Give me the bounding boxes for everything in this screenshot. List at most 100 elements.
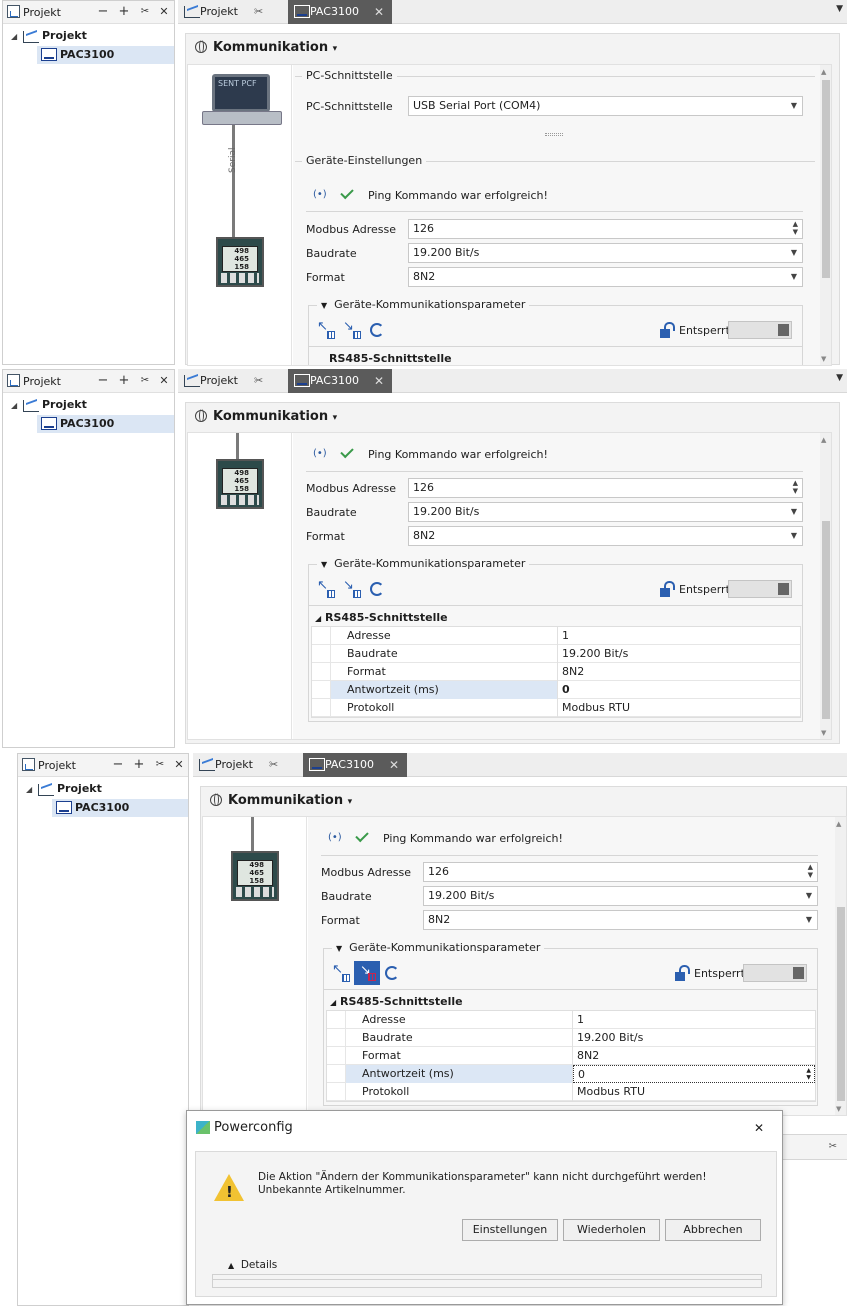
spinner-icon[interactable]: ▲ ▼ <box>793 479 798 495</box>
vertical-scrollbar[interactable]: ▲ ▼ <box>835 817 846 1115</box>
property-row[interactable]: Adresse 1 <box>312 627 800 645</box>
property-row[interactable]: Format 8N2 <box>327 1047 815 1065</box>
comm-params-label[interactable]: ▼ Geräte-Kommunikationsparameter <box>332 941 545 954</box>
splitter-grip[interactable] <box>545 133 563 136</box>
retry-button[interactable]: Wiederholen <box>563 1219 660 1241</box>
reload-icon[interactable] <box>385 966 399 980</box>
baud-select[interactable]: 19.200 Bit/s ▼ <box>408 243 803 263</box>
tab-pac3100[interactable]: PAC3100 ✕ <box>288 0 392 24</box>
tree-expand-icon[interactable]: ◢ <box>11 401 17 410</box>
baud-select[interactable]: 19.200 Bit/s ▼ <box>423 886 818 906</box>
lock-toggle[interactable] <box>728 321 792 339</box>
tree-item-project[interactable]: Projekt <box>57 780 102 798</box>
dialog-titlebar[interactable]: Powerconfig ✕ <box>187 1111 782 1145</box>
tab-close-icon[interactable]: ✕ <box>374 369 384 393</box>
property-row-selected[interactable]: Antwortzeit (ms) 0 <box>312 681 800 699</box>
scroll-thumb[interactable] <box>822 521 830 719</box>
write-params-icon[interactable]: ↘ <box>343 319 361 339</box>
spinner-icon[interactable]: ▲ ▼ <box>808 863 813 879</box>
reload-icon[interactable] <box>370 582 384 596</box>
baud-select[interactable]: 19.200 Bit/s ▼ <box>408 502 803 522</box>
rs485-section-title[interactable]: ◢ RS485-Schnittstelle <box>330 995 463 1008</box>
rs485-section-title[interactable]: RS485-Schnittstelle <box>329 352 452 365</box>
property-row[interactable]: Baudrate 19.200 Bit/s <box>312 645 800 663</box>
pin-icon[interactable]: ✂ <box>829 1141 837 1152</box>
property-row[interactable]: Format 8N2 <box>312 663 800 681</box>
details-expander[interactable]: ▲ Details <box>224 1259 282 1271</box>
pc-interface-select[interactable]: USB Serial Port (COM4) ▼ <box>408 96 803 116</box>
tab-projekt[interactable]: Projekt ✂ <box>178 0 278 24</box>
tab-overflow-dropdown-icon[interactable]: ▼ <box>836 4 843 14</box>
tree-item-pac3100[interactable]: PAC3100 <box>60 415 114 433</box>
tab-projekt[interactable]: Projekt ✂ <box>193 753 293 777</box>
tree-item-project[interactable]: Projekt <box>42 396 87 414</box>
dialog-close-button[interactable]: ✕ <box>754 1121 764 1135</box>
vertical-scrollbar[interactable]: ▲ ▼ <box>820 65 831 365</box>
write-params-button-pressed[interactable]: ↘ <box>354 961 380 985</box>
add-button[interactable]: + <box>132 757 146 773</box>
scroll-up-icon[interactable]: ▲ <box>821 436 826 444</box>
close-panel-button[interactable]: ✕ <box>157 373 171 389</box>
modbus-address-input[interactable]: 126 ▲ ▼ <box>408 478 803 498</box>
settings-button[interactable]: Einstellungen <box>462 1219 558 1241</box>
property-row[interactable]: Protokoll Modbus RTU <box>327 1083 815 1101</box>
lock-toggle[interactable] <box>728 580 792 598</box>
read-params-icon[interactable]: ↖ <box>317 578 335 598</box>
spinner-icon[interactable]: ▲ ▼ <box>806 1067 811 1081</box>
tab-pac3100[interactable]: PAC3100 ✕ <box>288 369 392 393</box>
cancel-button[interactable]: Abbrechen <box>665 1219 761 1241</box>
minimize-button[interactable]: − <box>111 757 125 773</box>
tree-expand-icon[interactable]: ◢ <box>11 32 17 41</box>
add-button[interactable]: + <box>117 373 131 389</box>
rs485-section-title[interactable]: ◢ RS485-Schnittstelle <box>315 611 448 624</box>
property-row[interactable]: Adresse 1 <box>327 1011 815 1029</box>
pin-icon[interactable]: ✂ <box>153 757 167 773</box>
tab-close-icon[interactable]: ✕ <box>374 0 384 24</box>
scroll-down-icon[interactable]: ▼ <box>821 729 826 737</box>
communication-header[interactable]: Kommunikation ▾ <box>186 34 839 62</box>
vertical-scrollbar[interactable]: ▲ ▼ <box>820 433 831 739</box>
tree-item-pac3100[interactable]: PAC3100 <box>60 46 114 64</box>
format-select[interactable]: 8N2 ▼ <box>423 910 818 930</box>
scroll-down-icon[interactable]: ▼ <box>821 355 826 363</box>
modbus-address-input[interactable]: 126 ▲ ▼ <box>423 862 818 882</box>
communication-scroll-area[interactable]: SENT PCF Serial 498 465 158 PC-Schnittstel… <box>187 64 832 366</box>
lock-toggle[interactable] <box>743 964 807 982</box>
reload-icon[interactable] <box>370 323 384 337</box>
tab-close-icon[interactable]: ✕ <box>389 753 399 777</box>
property-row[interactable]: Protokoll Modbus RTU <box>312 699 800 717</box>
format-select[interactable]: 8N2 ▼ <box>408 267 803 287</box>
tree-expand-icon[interactable]: ◢ <box>26 785 32 794</box>
read-params-icon[interactable]: ↖ <box>317 319 335 339</box>
tree-item-project[interactable]: Projekt <box>42 27 87 45</box>
comm-params-label[interactable]: ▼ Geräte-Kommunikationsparameter <box>317 298 530 311</box>
property-row[interactable]: Baudrate 19.200 Bit/s <box>327 1029 815 1047</box>
comm-params-label[interactable]: ▼ Geräte-Kommunikationsparameter <box>317 557 530 570</box>
tab-pac3100[interactable]: PAC3100 ✕ <box>303 753 407 777</box>
tab-pin-icon[interactable]: ✂ <box>269 753 278 777</box>
close-panel-button[interactable]: ✕ <box>172 757 186 773</box>
pin-icon[interactable]: ✂ <box>138 4 152 20</box>
read-params-icon[interactable]: ↖ <box>332 962 350 982</box>
scroll-thumb[interactable] <box>837 907 845 1101</box>
tab-pin-icon[interactable]: ✂ <box>254 369 263 393</box>
tab-projekt[interactable]: Projekt ✂ <box>178 369 278 393</box>
minimize-button[interactable]: − <box>96 373 110 389</box>
scroll-down-icon[interactable]: ▼ <box>836 1105 841 1113</box>
response-time-input[interactable]: 0 ▲ ▼ <box>573 1065 815 1083</box>
close-panel-button[interactable]: ✕ <box>157 4 171 20</box>
tree-item-pac3100[interactable]: PAC3100 <box>75 799 129 817</box>
communication-scroll-area[interactable]: 498 465 158 (•) Ping Kommando war erfolgre… <box>202 816 847 1116</box>
communication-header[interactable]: Kommunikation ▾ <box>186 403 839 431</box>
communication-header[interactable]: Kommunikation ▾ <box>201 787 846 815</box>
add-button[interactable]: + <box>117 4 131 20</box>
scroll-thumb[interactable] <box>822 80 830 278</box>
scroll-up-icon[interactable]: ▲ <box>821 68 826 76</box>
property-row-editing[interactable]: Antwortzeit (ms) 0 ▲ ▼ <box>327 1065 815 1083</box>
write-params-icon[interactable]: ↘ <box>343 578 361 598</box>
tab-pin-icon[interactable]: ✂ <box>254 0 263 24</box>
format-select[interactable]: 8N2 ▼ <box>408 526 803 546</box>
pin-icon[interactable]: ✂ <box>138 373 152 389</box>
modbus-address-input[interactable]: 126 ▲ ▼ <box>408 219 803 239</box>
communication-scroll-area[interactable]: 498 465 158 (•) Ping Kommando war erfolgre… <box>187 432 832 740</box>
